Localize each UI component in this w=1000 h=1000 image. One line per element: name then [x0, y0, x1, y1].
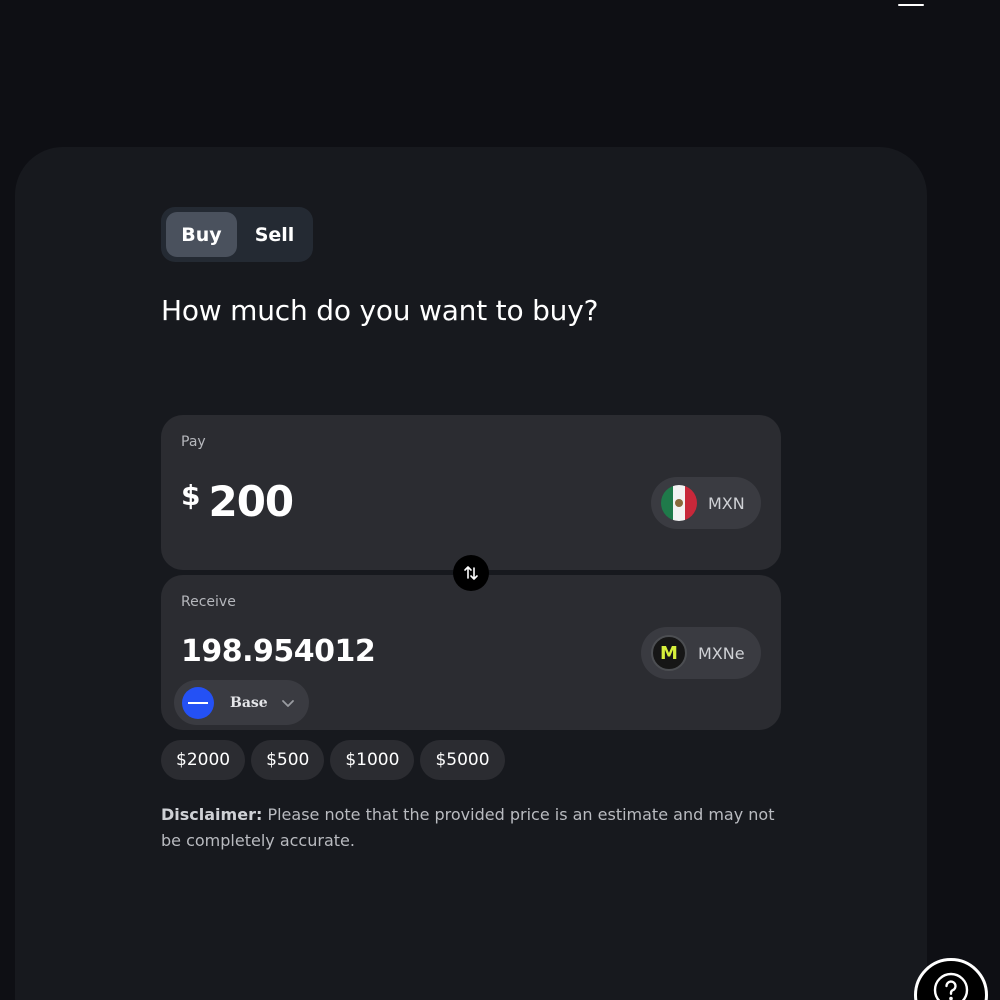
- base-network-icon: [182, 686, 214, 719]
- receive-token-selector[interactable]: M MXNe: [641, 627, 761, 679]
- mxne-icon: M: [651, 635, 687, 671]
- page: Buy Sell How much do you want to buy? Pa…: [0, 0, 1000, 1000]
- disclaimer-label: Disclaimer:: [161, 805, 263, 824]
- receive-panel: Receive 198.954012 M MXNe Base: [161, 575, 781, 730]
- preset-button[interactable]: $5000: [420, 740, 505, 780]
- preset-button[interactable]: $2000: [161, 740, 246, 780]
- swap-arrows-icon[interactable]: [453, 555, 489, 591]
- buy-sell-toggle: Buy Sell: [161, 207, 313, 262]
- hamburger-menu-icon[interactable]: [896, 0, 926, 16]
- preset-button[interactable]: $500: [251, 740, 325, 780]
- pay-amount-input[interactable]: [208, 477, 509, 526]
- preset-amounts: $2000 $500 $1000 $5000: [161, 740, 505, 780]
- network-label: Base: [230, 694, 268, 711]
- receive-token-label: MXNe: [698, 643, 745, 663]
- preset-button[interactable]: $1000: [330, 740, 415, 780]
- currency-symbol: $: [181, 479, 201, 512]
- sell-tab[interactable]: Sell: [241, 212, 308, 257]
- receive-label: Receive: [181, 594, 236, 610]
- page-title: How much do you want to buy?: [161, 294, 599, 327]
- network-selector[interactable]: Base: [174, 680, 309, 725]
- receive-amount: 198.954012: [181, 634, 376, 669]
- pay-amount-row: $: [181, 477, 509, 526]
- chevron-down-icon: [281, 699, 294, 707]
- buy-tab[interactable]: Buy: [166, 212, 237, 257]
- pay-label: Pay: [181, 434, 206, 450]
- pay-token-selector[interactable]: MXN: [651, 477, 761, 529]
- disclaimer: Disclaimer: Please note that the provide…: [161, 802, 791, 854]
- mexico-flag-icon: [661, 485, 697, 521]
- pay-panel: Pay $ MXN: [161, 415, 781, 570]
- pay-token-label: MXN: [708, 493, 745, 513]
